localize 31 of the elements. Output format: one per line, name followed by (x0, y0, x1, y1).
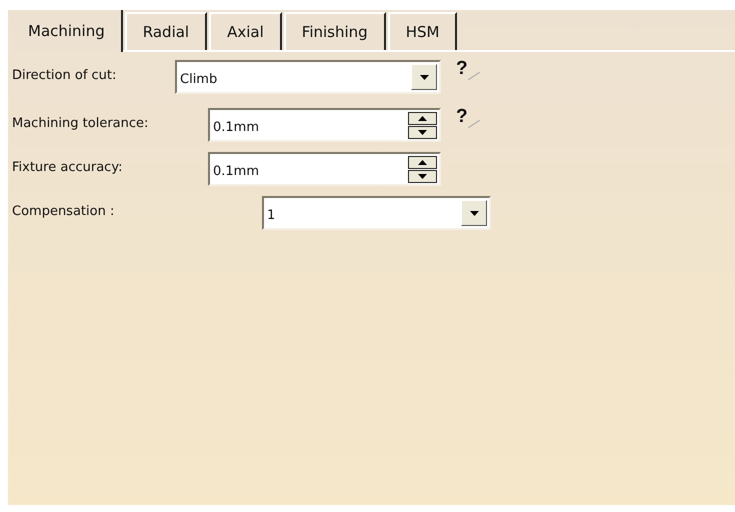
tab[interactable]: Machining (12, 10, 123, 52)
field-label: Compensation : (12, 203, 116, 221)
help-button[interactable]: ? (456, 106, 468, 128)
spin-up-button[interactable] (408, 156, 437, 168)
up-arrow-icon (418, 160, 427, 164)
spin-field[interactable]: 0.1mm (208, 152, 441, 186)
help-button[interactable]: ? (456, 58, 468, 80)
dropdown-button[interactable] (411, 64, 437, 90)
tab[interactable]: HSM (388, 12, 458, 50)
tab[interactable]: Radial (124, 12, 208, 50)
down-arrow-icon (470, 210, 478, 216)
spin-down-button[interactable] (408, 126, 437, 138)
field-value: 0.1mm (213, 163, 260, 182)
spin-field[interactable]: 0.1mm (208, 108, 441, 142)
spin-up-button[interactable] (408, 112, 437, 124)
field-label: Fixture accuracy: (12, 159, 124, 177)
tab[interactable]: Axial (209, 12, 282, 50)
field-label: Direction of cut: (12, 67, 118, 85)
field-value: 1 (267, 207, 276, 226)
field-value: Climb (180, 71, 218, 90)
dropdown-field[interactable]: 1 (262, 196, 491, 230)
tab[interactable]: Finishing (284, 12, 386, 50)
down-arrow-icon (418, 174, 427, 178)
down-arrow-icon (418, 130, 427, 134)
up-arrow-icon (418, 116, 427, 120)
field-label: Machining tolerance: (12, 115, 150, 133)
spin-down-button[interactable] (408, 170, 437, 182)
dropdown-button[interactable] (461, 200, 487, 226)
field-value: 0.1mm (213, 119, 260, 138)
dropdown-field[interactable]: Climb (175, 60, 441, 94)
down-arrow-icon (420, 74, 428, 80)
